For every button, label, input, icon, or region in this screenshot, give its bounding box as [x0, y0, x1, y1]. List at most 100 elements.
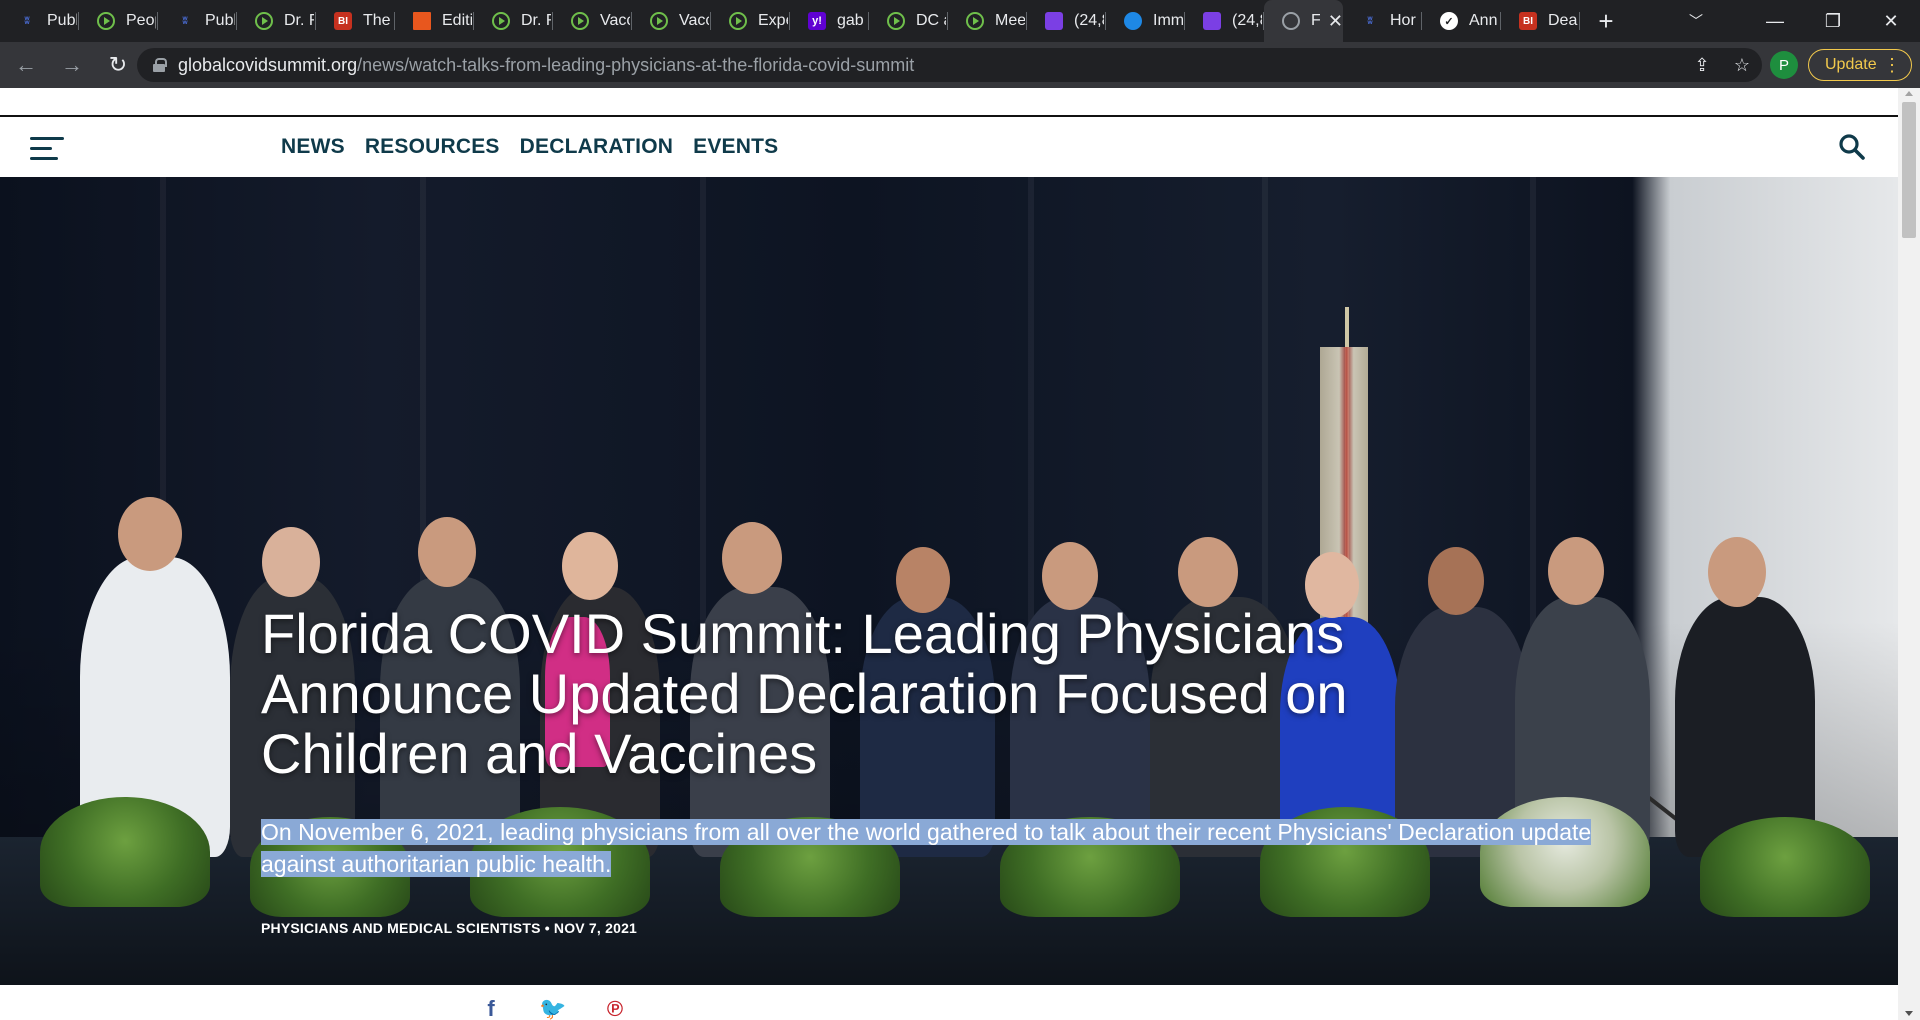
nav-link-declaration[interactable]: DECLARATION: [520, 135, 673, 159]
article-subtitle-text: On November 6, 2021, leading physicians …: [261, 819, 1592, 877]
twitter-icon[interactable]: 🐦: [539, 996, 566, 1020]
tab-label: Peop: [126, 12, 156, 29]
tab-label: Mee: [995, 12, 1025, 29]
tab-label: Hor: [1390, 12, 1416, 29]
bookmark-star-icon[interactable]: ☆: [1722, 55, 1762, 76]
pinterest-icon[interactable]: ℗: [604, 996, 626, 1020]
tab-label: Dr. F: [284, 12, 314, 29]
tab-label: Ann: [1469, 12, 1498, 29]
bi-favicon-icon: BI: [334, 12, 352, 30]
nav-link-events[interactable]: EVENTS: [693, 135, 778, 159]
tab-list: ʬ Publ Peop ʬ Publ Dr. F BI The Editi Dr. F Vacc Va…: [0, 0, 1580, 42]
facebook-icon[interactable]: f: [480, 996, 502, 1020]
tab-label: gab: [837, 12, 864, 29]
play-favicon-icon: [571, 12, 589, 30]
tab-label: Vacc: [679, 12, 709, 29]
dots-favicon-icon: ʬ: [24, 15, 30, 27]
browser-tab[interactable]: ʬ Hor: [1343, 0, 1422, 42]
scroll-up-arrow-icon[interactable]: [1905, 91, 1913, 96]
tab-label: DC a: [916, 12, 946, 29]
page-viewport: NEWS RESOURCES DECLARATION EVENTS Florid…: [0, 88, 1920, 1020]
reload-icon[interactable]: ↻: [98, 45, 138, 85]
globe-favicon-icon: [1282, 12, 1300, 30]
browser-tab[interactable]: BI The: [316, 0, 395, 42]
browser-tab[interactable]: DC a: [869, 0, 948, 42]
nav-link-news[interactable]: NEWS: [281, 135, 345, 159]
browser-tab[interactable]: Vacc: [632, 0, 711, 42]
article-meta: PHYSICIANS AND MEDICAL SCIENTISTS • NOV …: [261, 920, 638, 936]
browser-tab[interactable]: (24,8: [1027, 0, 1106, 42]
restore-icon[interactable]: ❐: [1804, 0, 1862, 42]
article-title: Florida COVID Summit: Leading Physicians…: [261, 602, 1348, 785]
tab-label: Publ: [47, 12, 77, 29]
link-favicon-icon: [1124, 12, 1142, 30]
browser-tab[interactable]: Vacc: [553, 0, 632, 42]
kebab-menu-icon[interactable]: ⋮: [1883, 55, 1901, 76]
hamburger-menu-icon[interactable]: [30, 137, 64, 161]
tab-label: Editi: [442, 12, 472, 29]
site-navigation: NEWS RESOURCES DECLARATION EVENTS: [0, 117, 1898, 177]
browser-tab[interactable]: ✓ Ann: [1422, 0, 1501, 42]
minimize-icon[interactable]: —: [1746, 0, 1804, 42]
new-tab-button[interactable]: +: [1586, 0, 1626, 42]
browser-tab[interactable]: Dr. F: [474, 0, 553, 42]
browser-tab[interactable]: ʬ Publ: [158, 0, 237, 42]
tab-search-chevron-icon[interactable]: ﹀: [1676, 11, 1716, 31]
bookmark-favicon-icon: [413, 12, 431, 30]
nav-links: NEWS RESOURCES DECLARATION EVENTS: [281, 117, 798, 177]
close-window-icon[interactable]: ✕: [1862, 0, 1920, 42]
browser-tab[interactable]: Mee: [948, 0, 1027, 42]
browser-tab[interactable]: BI Dea: [1501, 0, 1580, 42]
browser-tab[interactable]: Imm: [1106, 0, 1185, 42]
url-path: /news/watch-talks-from-leading-physician…: [357, 54, 915, 75]
mail-favicon-icon: [1203, 12, 1221, 30]
back-arrow-icon[interactable]: ←: [6, 45, 46, 85]
url-host: globalcovidsummit.org: [178, 54, 358, 75]
browser-tab[interactable]: Dr. F: [237, 0, 316, 42]
browser-tab[interactable]: Expe: [711, 0, 790, 42]
update-button[interactable]: Update ⋮: [1808, 49, 1912, 81]
tab-label: Publ: [205, 12, 235, 29]
browser-tab[interactable]: Peop: [79, 0, 158, 42]
tab-label: Imm: [1153, 12, 1183, 29]
forward-arrow-icon[interactable]: →: [52, 45, 92, 85]
play-favicon-icon: [650, 12, 668, 30]
address-bar[interactable]: globalcovidsummit.org/news/watch-talks-f…: [137, 48, 1762, 82]
tab-label: (24,8: [1074, 12, 1104, 29]
browser-toolbar: ← → ↻ globalcovidsummit.org/news/watch-t…: [0, 42, 1920, 88]
profile-avatar[interactable]: P: [1770, 51, 1798, 79]
lock-icon[interactable]: [153, 58, 167, 72]
tab-label: (24,8: [1232, 12, 1262, 29]
article-subtitle: On November 6, 2021, leading physicians …: [261, 816, 1661, 880]
tab-label: Dr. F: [521, 12, 551, 29]
browser-tab[interactable]: F ✕: [1264, 0, 1343, 42]
browser-tab[interactable]: y! gab: [790, 0, 869, 42]
browser-tab[interactable]: ʬ Publ: [0, 0, 79, 42]
browser-tab[interactable]: (24,8: [1185, 0, 1264, 42]
browser-tab[interactable]: Editi: [395, 0, 474, 42]
ann-favicon-icon: ✓: [1440, 12, 1458, 30]
play-favicon-icon: [729, 12, 747, 30]
tab-label: Vacc: [600, 12, 630, 29]
browser-tab-strip: ʬ Publ Peop ʬ Publ Dr. F BI The Editi Dr. F Vacc Va…: [0, 0, 1920, 42]
scrollbar-thumb[interactable]: [1902, 102, 1916, 238]
yahoo-favicon-icon: y!: [808, 12, 826, 30]
play-favicon-icon: [255, 12, 273, 30]
play-favicon-icon: [887, 12, 905, 30]
bi-favicon-icon: BI: [1519, 12, 1537, 30]
tab-close-icon[interactable]: ✕: [1328, 11, 1343, 32]
tab-label: Dea: [1548, 12, 1578, 29]
scroll-down-arrow-icon[interactable]: [1905, 1011, 1913, 1016]
play-favicon-icon: [492, 12, 510, 30]
dots-favicon-icon: ʬ: [182, 15, 188, 27]
share-icon[interactable]: ⇪: [1682, 55, 1722, 76]
tab-label: F: [1311, 12, 1320, 29]
nav-link-resources[interactable]: RESOURCES: [365, 135, 500, 159]
search-icon[interactable]: [1838, 133, 1866, 161]
play-favicon-icon: [966, 12, 984, 30]
share-bar: f 🐦 ℗: [480, 996, 666, 1020]
tab-label: The: [363, 12, 391, 29]
page-scrollbar[interactable]: [1898, 88, 1920, 1020]
dots-favicon-icon: ʬ: [1367, 15, 1373, 27]
update-button-label: Update: [1825, 56, 1877, 73]
